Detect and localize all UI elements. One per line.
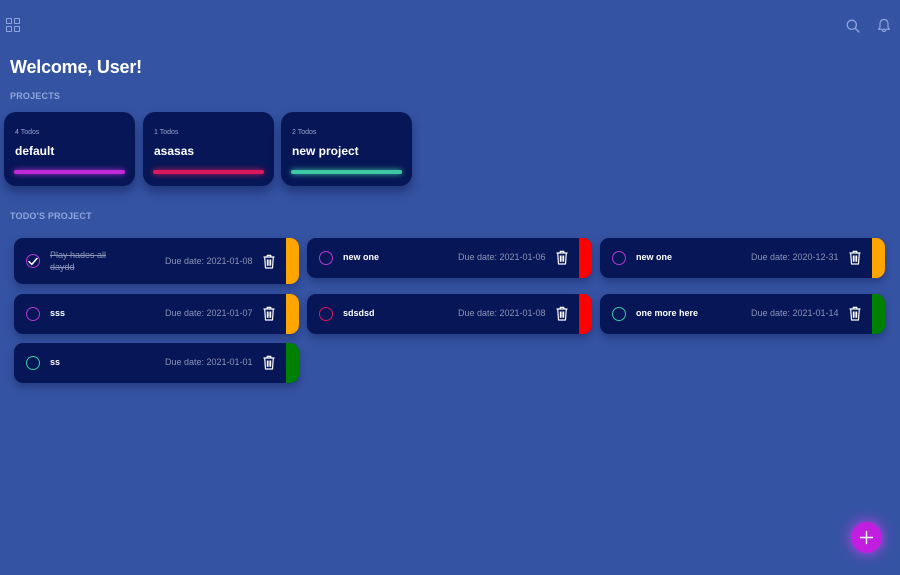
todo-item[interactable]: new one Due date: 2021-01-06: [307, 238, 592, 278]
todo-item[interactable]: ss Due date: 2021-01-01: [14, 343, 299, 383]
trash-icon[interactable]: [556, 306, 568, 321]
trash-icon[interactable]: [849, 306, 861, 321]
priority-indicator: [579, 238, 592, 278]
project-color-bar: [153, 170, 264, 174]
todo-due-date: Due date: 2021-01-08: [458, 308, 546, 318]
project-card-asasas[interactable]: 1 Todos asasas: [143, 112, 274, 186]
project-name: new project: [292, 144, 359, 158]
trash-icon[interactable]: [849, 250, 861, 265]
projects-section-label: PROJECTS: [10, 91, 61, 101]
top-bar: [0, 0, 900, 50]
todo-title: new one: [636, 252, 673, 262]
project-card-new-project[interactable]: 2 Todos new project: [281, 112, 412, 186]
todo-item[interactable]: sdsdsd Due date: 2021-01-08: [307, 294, 592, 334]
trash-icon[interactable]: [263, 306, 275, 321]
todo-due-date: Due date: 2021-01-06: [458, 252, 546, 262]
todo-title: new one: [343, 252, 380, 262]
page-title: Welcome, User!: [10, 57, 142, 77]
search-icon[interactable]: [846, 19, 860, 33]
bell-icon[interactable]: [877, 18, 891, 33]
todo-checkbox[interactable]: [26, 307, 40, 321]
checkmark-icon: [28, 257, 38, 266]
todo-title: ss: [50, 357, 61, 367]
priority-indicator: [286, 294, 299, 334]
project-color-bar: [14, 170, 125, 174]
project-todo-count: 4 Todos: [15, 129, 40, 136]
todo-due-date: Due date: 2021-01-07: [165, 308, 253, 318]
trash-icon[interactable]: [263, 355, 275, 370]
todo-item[interactable]: one more here Due date: 2021-01-14: [600, 294, 885, 334]
project-todo-count: 2 Todos: [292, 129, 317, 136]
todo-checkbox[interactable]: [26, 356, 40, 370]
plus-icon: [859, 530, 874, 545]
project-color-bar: [291, 170, 402, 174]
todo-checkbox[interactable]: [612, 251, 626, 265]
project-card-default[interactable]: 4 Todos default: [4, 112, 135, 186]
todo-due-date: Due date: 2020-12-31: [751, 252, 839, 262]
project-todo-count: 1 Todos: [154, 129, 179, 136]
todo-checkbox[interactable]: [26, 254, 40, 268]
add-todo-button[interactable]: [851, 522, 882, 553]
todos-section-label: TODO'S PROJECT: [10, 211, 92, 221]
todo-item[interactable]: new one Due date: 2020-12-31: [600, 238, 885, 278]
todo-due-date: Due date: 2021-01-14: [751, 308, 839, 318]
todo-title: Play hades all daydd: [50, 250, 107, 272]
todo-title: sss: [50, 308, 66, 318]
trash-icon[interactable]: [556, 250, 568, 265]
priority-indicator: [579, 294, 592, 334]
todo-due-date: Due date: 2021-01-01: [165, 357, 253, 367]
priority-indicator: [872, 294, 885, 334]
trash-icon[interactable]: [263, 254, 275, 269]
project-name: asasas: [154, 144, 195, 158]
todo-item[interactable]: sss Due date: 2021-01-07: [14, 294, 299, 334]
todo-title: one more here: [636, 308, 699, 318]
priority-indicator: [872, 238, 885, 278]
todo-title: sdsdsd: [343, 308, 375, 318]
priority-indicator: [286, 343, 299, 383]
todo-item[interactable]: Play hades all daydd Due date: 2021-01-0…: [14, 238, 299, 284]
project-name: default: [15, 144, 55, 158]
todo-checkbox[interactable]: [319, 307, 333, 321]
grid-icon[interactable]: [6, 18, 20, 32]
todo-checkbox[interactable]: [319, 251, 333, 265]
todo-checkbox[interactable]: [612, 307, 626, 321]
priority-indicator: [286, 238, 299, 284]
todo-due-date: Due date: 2021-01-08: [165, 256, 253, 266]
